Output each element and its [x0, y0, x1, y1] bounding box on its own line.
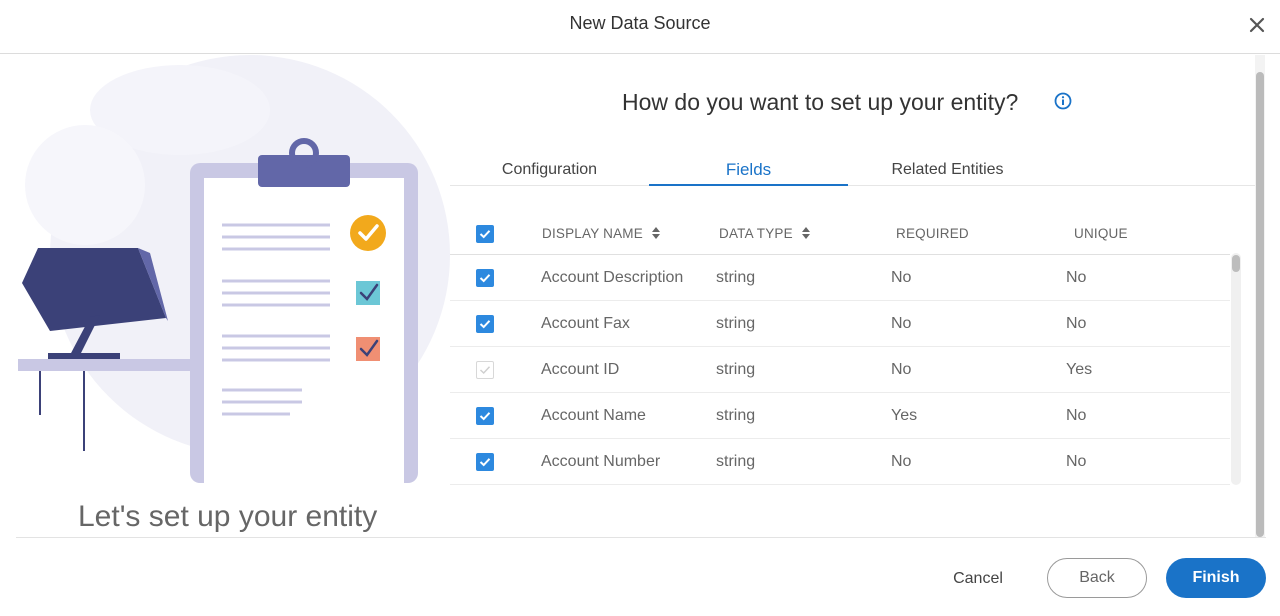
tab-configuration[interactable]: Configuration: [450, 150, 649, 186]
cell-display-name: Account Number: [541, 453, 661, 470]
cell-display-name: Account Fax: [541, 315, 630, 332]
cell-display-name: Account ID: [541, 361, 620, 378]
table-row: Account Fax string No No: [450, 301, 1230, 347]
page-scrollbar-thumb[interactable]: [1256, 72, 1264, 537]
table-scrollbar-thumb[interactable]: [1232, 255, 1240, 272]
row-checkbox[interactable]: [476, 315, 494, 333]
entity-setup-illustration: [0, 55, 460, 485]
sort-icon[interactable]: [651, 227, 661, 239]
table-row: Account Name string Yes No: [450, 393, 1230, 439]
cell-data-type: string: [716, 361, 756, 378]
cell-unique: No: [1066, 453, 1087, 470]
cell-required: No: [891, 269, 912, 286]
cell-required: Yes: [891, 407, 918, 424]
cell-unique: No: [1066, 315, 1087, 332]
tab-related-entities[interactable]: Related Entities: [848, 150, 1047, 186]
cell-display-name: Account Description: [541, 269, 684, 286]
finish-button[interactable]: Finish: [1166, 558, 1266, 598]
back-button[interactable]: Back: [1047, 558, 1147, 598]
column-header-display-name[interactable]: DISPLAY NAME: [542, 226, 661, 241]
column-header-label: DATA TYPE: [719, 226, 793, 241]
footer-divider: [16, 537, 1266, 538]
row-checkbox[interactable]: [476, 269, 494, 287]
cell-data-type: string: [716, 453, 756, 470]
row-checkbox[interactable]: [476, 407, 494, 425]
page-title: How do you want to set up your entity?: [622, 89, 1019, 115]
cell-required: No: [891, 315, 912, 332]
cell-data-type: string: [716, 315, 756, 332]
table-row: Account ID string No Yes: [450, 347, 1230, 393]
table-scrollbar-track[interactable]: [1231, 253, 1241, 485]
row-checkbox-disabled: [476, 361, 494, 379]
cell-unique: Yes: [1066, 361, 1093, 378]
cell-required: No: [891, 453, 912, 470]
cell-data-type: string: [716, 269, 756, 286]
dialog-title: New Data Source: [569, 13, 711, 33]
cell-required: No: [891, 361, 912, 378]
cancel-button[interactable]: Cancel: [938, 560, 1018, 598]
cell-display-name: Account Name: [541, 407, 646, 424]
table-row: Account Description string No No: [450, 255, 1230, 301]
column-header-unique: UNIQUE: [1074, 226, 1128, 241]
column-header-label: DISPLAY NAME: [542, 226, 643, 241]
setup-tagline: Let's set up your entity: [78, 500, 378, 533]
table-row: Account Number string No No: [450, 439, 1230, 485]
row-checkbox[interactable]: [476, 453, 494, 471]
column-header-required: REQUIRED: [896, 226, 969, 241]
cell-data-type: string: [716, 407, 756, 424]
cell-unique: No: [1066, 269, 1087, 286]
close-icon[interactable]: [1246, 14, 1268, 36]
tab-fields[interactable]: Fields: [649, 150, 848, 186]
column-header-data-type[interactable]: DATA TYPE: [719, 226, 811, 241]
tab-bar: Configuration Fields Related Entities: [450, 150, 1256, 186]
table-header: DISPLAY NAME DATA TYPE REQUIRED UNIQUE: [450, 212, 1230, 255]
select-all-checkbox[interactable]: [476, 225, 494, 243]
info-icon[interactable]: [1054, 92, 1072, 110]
sort-icon[interactable]: [801, 227, 811, 239]
cell-unique: No: [1066, 407, 1087, 424]
dialog-header: New Data Source: [0, 0, 1280, 54]
